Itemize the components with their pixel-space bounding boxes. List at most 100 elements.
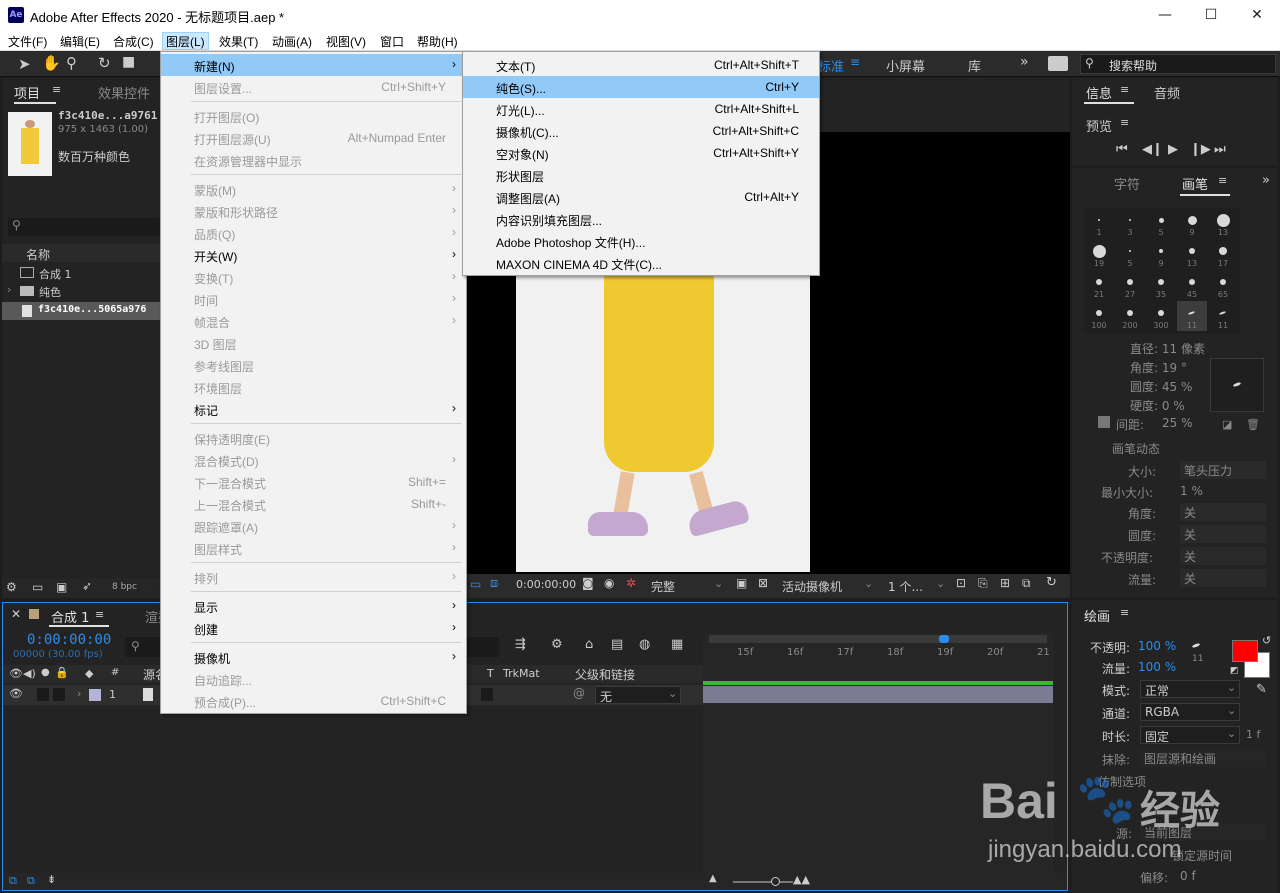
menu-animation[interactable]: 动画(A) <box>268 32 316 50</box>
layer-menu-item[interactable]: 混合模式(D) › <box>161 449 466 471</box>
menu-file[interactable]: 文件(F) <box>4 32 51 50</box>
chevron-down-icon[interactable]: ⌄ <box>714 577 723 590</box>
tab-character[interactable]: 字符 <box>1114 174 1140 193</box>
zoom-in-icon[interactable]: ▲▲ <box>793 873 810 886</box>
export-frame-icon[interactable]: ⎘ <box>978 576 988 591</box>
search-help-input[interactable]: ⚲ 搜索帮助 <box>1080 54 1276 74</box>
delete-brush-icon[interactable]: 🗑 <box>1246 418 1260 431</box>
visibility-col-icon[interactable]: 👁 <box>9 667 23 680</box>
toggle-mask-icon[interactable]: ⊠ <box>758 576 768 590</box>
resolution-select[interactable]: 完整 <box>651 578 675 595</box>
spacing-checkbox[interactable] <box>1098 416 1110 428</box>
layer-menu-item[interactable]: 时间 › <box>161 288 466 310</box>
layer-menu-item[interactable]: 标记 › <box>161 398 466 420</box>
next-frame-icon[interactable]: ❙▶ <box>1190 142 1211 157</box>
layer-switches-icon[interactable]: ⧉ <box>9 874 17 888</box>
lock-col-icon[interactable]: 🔒 <box>55 666 69 679</box>
tab-effect-controls[interactable]: 效果控件 <box>98 83 150 102</box>
brush-diameter[interactable]: 直径: 11 像素 <box>1130 340 1205 357</box>
expand-chevron-icon[interactable]: › <box>7 283 11 296</box>
brush-tip[interactable]: 19 <box>1084 239 1114 269</box>
brush-tip[interactable]: 35 <box>1146 270 1176 300</box>
pixel-aspect-icon[interactable]: ⊡ <box>956 576 966 590</box>
brush-tip[interactable]: 21 <box>1084 270 1114 300</box>
brush-tip[interactable]: 9 <box>1146 239 1176 269</box>
dyn-size-select[interactable]: 笔头压力 <box>1180 461 1266 479</box>
tab-brushes[interactable]: 画笔 <box>1182 174 1208 193</box>
brush-tip[interactable]: 300 <box>1146 301 1176 331</box>
refresh-icon[interactable]: ↻ <box>1046 575 1057 590</box>
interpret-footage-icon[interactable]: ⚙ <box>6 580 17 594</box>
region-of-interest-icon[interactable]: ▭ <box>470 577 481 591</box>
tab-info[interactable]: 信息 <box>1086 83 1112 102</box>
brush-tip[interactable]: 45 <box>1177 270 1207 300</box>
layer-solo-toggle[interactable] <box>37 688 49 701</box>
layer-menu-item[interactable]: 变换(T) › <box>161 266 466 288</box>
layer-menu-item[interactable]: 摄像机 › <box>161 646 466 668</box>
project-search-input[interactable]: ⚲ <box>8 218 162 236</box>
work-area-bar[interactable] <box>709 635 1047 643</box>
min-size-value[interactable]: 1 % <box>1180 484 1203 498</box>
layer-menu-item[interactable]: 品质(Q) › <box>161 222 466 244</box>
parent-select[interactable]: 无 ⌄ <box>595 686 681 704</box>
layer-trkmat-toggle[interactable] <box>481 688 493 701</box>
layer-menu-item[interactable]: 新建(N) › <box>161 54 466 76</box>
brush-angle[interactable]: 角度: 19 ° <box>1130 359 1187 376</box>
layer-menu-item[interactable]: 蒙版(M) › <box>161 178 466 200</box>
comp-flowchart-icon[interactable]: ⇶ <box>515 637 526 652</box>
brush-tip[interactable]: 3 <box>1115 208 1145 238</box>
paint-flow-value[interactable]: 100 % <box>1138 660 1176 674</box>
motion-blur-icon[interactable]: ◍ <box>639 637 650 652</box>
tab-menu-icon[interactable]: ≡ <box>1120 83 1129 96</box>
zoom-out-icon[interactable]: ▲ <box>709 873 717 884</box>
brush-tip[interactable]: 1 <box>1084 208 1114 238</box>
spacing-value[interactable]: 25 % <box>1162 416 1193 430</box>
new-submenu-item[interactable]: 形状图层 <box>463 164 819 186</box>
brush-tip[interactable]: 5 <box>1146 208 1176 238</box>
brush-tip[interactable]: 13 <box>1208 208 1238 238</box>
hand-tool-icon[interactable]: ✋ <box>42 54 61 72</box>
reset-colors-icon[interactable]: ◩ <box>1230 666 1239 676</box>
tab-menu-icon[interactable]: ≡ <box>1218 174 1227 187</box>
timeline-timecode[interactable]: 0:00:00:00 <box>27 632 111 648</box>
new-submenu-item[interactable]: 摄像机(C)... Ctrl+Alt+Shift+C <box>463 120 819 142</box>
workspace-standard[interactable]: 标准 <box>818 56 844 75</box>
panel-menu-icon[interactable]: ≡ <box>1120 606 1129 619</box>
layer-menu-item[interactable]: 上一混合模式 Shift+- <box>161 493 466 515</box>
graph-editor-icon[interactable]: ▦ <box>671 637 683 652</box>
shy-layers-icon[interactable]: ⌂ <box>585 637 593 652</box>
col-trkmat[interactable]: TrkMat <box>503 667 540 680</box>
new-submenu-item[interactable]: Adobe Photoshop 文件(H)... <box>463 230 819 252</box>
list-item[interactable]: 合成 1 <box>2 264 162 282</box>
in-out-icon[interactable]: ⇟ <box>47 873 56 886</box>
last-frame-icon[interactable]: ⏭ <box>1214 142 1226 157</box>
layer-menu-item[interactable]: 自动追踪... <box>161 668 466 690</box>
transfer-controls-icon[interactable]: ⧉ <box>27 874 35 888</box>
menu-layer[interactable]: 图层(L) <box>162 32 209 50</box>
paint-mode-select[interactable]: 正常 ⌄ <box>1140 680 1240 698</box>
chevron-down-icon[interactable]: ⌄ <box>864 577 873 590</box>
layer-menu-item[interactable]: 排列 › <box>161 566 466 588</box>
layer-menu-item[interactable]: 保持透明度(E) <box>161 427 466 449</box>
menu-view[interactable]: 视图(V) <box>322 32 370 50</box>
snapshot-icon[interactable]: ◙ <box>582 576 594 590</box>
layer-menu-item[interactable]: 跟踪遮罩(A) › <box>161 515 466 537</box>
transparency-grid-icon[interactable]: ⧈ <box>490 576 498 591</box>
selection-tool-icon[interactable]: ➤ <box>18 55 31 73</box>
expand-chevron-icon[interactable]: › <box>77 687 81 700</box>
new-submenu-item[interactable]: 调整图层(A) Ctrl+Alt+Y <box>463 186 819 208</box>
new-brush-icon[interactable]: ◪ <box>1222 418 1232 431</box>
work-area-handle[interactable] <box>939 635 949 643</box>
first-frame-icon[interactable]: ⏮ <box>1116 142 1128 157</box>
bpc-label[interactable]: 8 bpc <box>112 582 137 592</box>
draft-3d-icon[interactable]: ⚙ <box>551 637 563 652</box>
play-icon[interactable]: ▶ <box>1168 142 1178 157</box>
new-submenu-item[interactable]: MAXON CINEMA 4D 文件(C)... <box>463 252 819 274</box>
layer-label-color[interactable] <box>89 689 101 701</box>
layer-menu-item[interactable]: 参考线图层 <box>161 354 466 376</box>
zoom-slider-track[interactable] <box>733 881 793 883</box>
tab-menu-icon[interactable]: ≡ <box>95 608 104 621</box>
layer-lock-toggle[interactable] <box>53 688 65 701</box>
new-submenu-item[interactable]: 内容识别填充图层... <box>463 208 819 230</box>
brush-tip[interactable]: 200 <box>1115 301 1145 331</box>
